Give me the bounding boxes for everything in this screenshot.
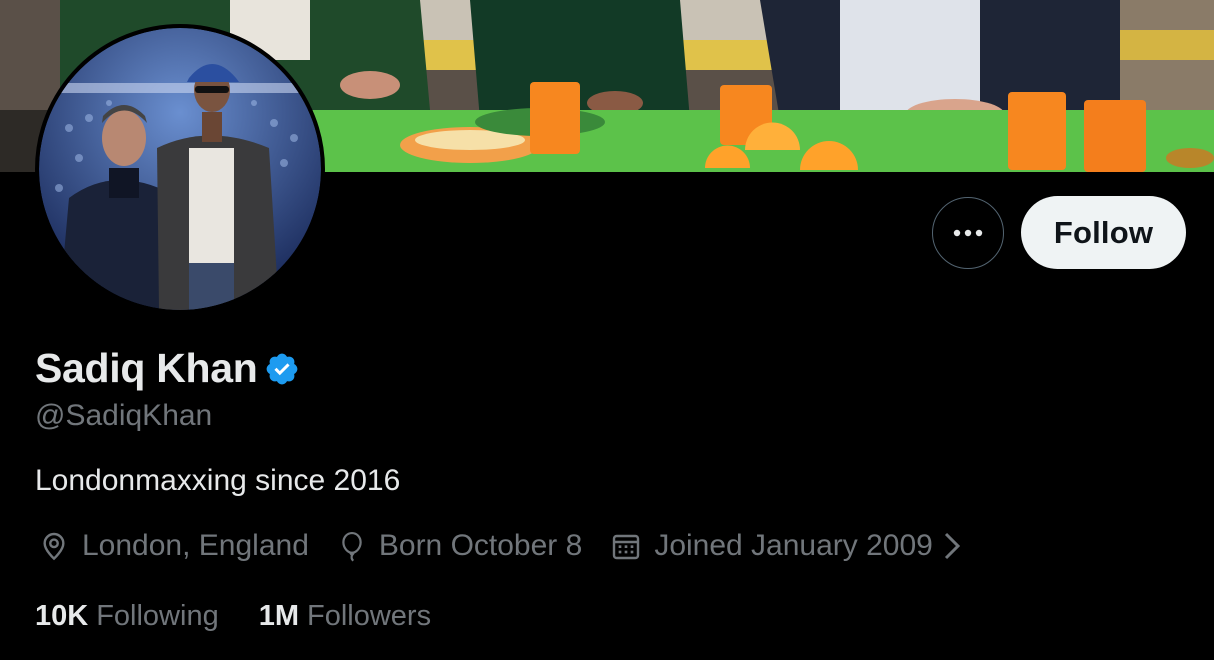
birthday-item: Born October 8 xyxy=(337,529,582,563)
profile-handle: @SadiqKhan xyxy=(35,399,213,432)
ellipsis-icon xyxy=(953,229,983,237)
following-count: 10K xyxy=(35,600,89,632)
location-pin-icon xyxy=(43,532,65,561)
joined-item[interactable]: Joined January 2009 xyxy=(610,529,973,563)
verified-badge-icon[interactable] xyxy=(264,351,300,387)
joined-text: Joined January 2009 xyxy=(654,529,933,562)
avatar-image xyxy=(39,28,321,310)
profile-meta: London, England Born October 8 Joined Ja… xyxy=(38,529,973,563)
balloon-icon xyxy=(342,531,362,562)
profile-display-name: Sadiq Khan xyxy=(35,345,258,391)
profile-avatar[interactable] xyxy=(35,24,325,314)
location-item: London, England xyxy=(38,529,309,563)
follow-button[interactable]: Follow xyxy=(1021,196,1186,269)
following-link[interactable]: 10K Following xyxy=(35,600,219,633)
profile-bio: Londonmaxxing since 2016 xyxy=(35,464,401,497)
more-options-button[interactable] xyxy=(932,197,1004,269)
followers-label: Followers xyxy=(307,600,432,632)
birthday-text: Born October 8 xyxy=(378,529,583,562)
profile-name-row: Sadiq Khan xyxy=(35,345,300,392)
chevron-right-icon[interactable] xyxy=(943,531,961,561)
location-text: London, England xyxy=(82,529,309,562)
followers-count: 1M xyxy=(258,600,299,632)
calendar-icon xyxy=(613,534,640,560)
following-label: Following xyxy=(96,600,219,632)
profile-stats: 10K Following 1M Followers xyxy=(35,600,471,633)
followers-link[interactable]: 1M Followers xyxy=(259,600,431,633)
